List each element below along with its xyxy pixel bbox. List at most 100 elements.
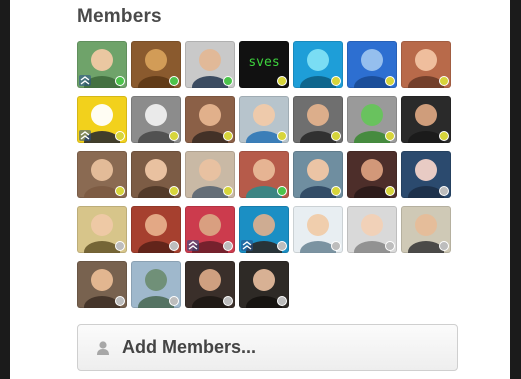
member-avatar[interactable] [401, 151, 451, 198]
member-avatar[interactable] [293, 206, 343, 253]
status-dot-icon [385, 76, 395, 86]
status-dot-icon [331, 186, 341, 196]
add-members-button[interactable]: Add Members... [77, 324, 458, 371]
status-dot-icon [169, 186, 179, 196]
status-dot-icon [277, 76, 287, 86]
status-dot-icon [223, 296, 233, 306]
member-avatar[interactable] [347, 206, 397, 253]
avatar-face [253, 159, 275, 181]
add-members-label: Add Members... [122, 337, 257, 357]
avatar-face [415, 104, 437, 126]
admin-chevron-icon [79, 75, 91, 86]
person-icon [96, 340, 110, 356]
avatar-face [91, 159, 113, 181]
status-dot-icon [385, 131, 395, 141]
status-dot-icon [223, 186, 233, 196]
avatar-face [199, 104, 221, 126]
member-avatar[interactable] [185, 41, 235, 88]
avatar-face [145, 49, 167, 71]
avatar-face [145, 269, 167, 291]
status-dot-icon [439, 76, 449, 86]
member-avatar[interactable] [77, 41, 127, 88]
member-avatar[interactable] [77, 206, 127, 253]
status-dot-icon [169, 131, 179, 141]
member-avatar[interactable] [401, 41, 451, 88]
status-dot-icon [115, 131, 125, 141]
avatar-face [199, 159, 221, 181]
avatar-face [91, 214, 113, 236]
status-dot-icon [223, 241, 233, 251]
member-avatar[interactable] [131, 96, 181, 143]
avatar-face [199, 49, 221, 71]
member-avatar[interactable] [293, 96, 343, 143]
avatar-face [361, 104, 383, 126]
member-avatar[interactable] [347, 96, 397, 143]
member-avatar[interactable] [293, 151, 343, 198]
status-dot-icon [115, 241, 125, 251]
status-dot-icon [439, 186, 449, 196]
avatar-face [253, 269, 275, 291]
avatar-face [91, 104, 113, 126]
status-dot-icon [277, 186, 287, 196]
status-dot-icon [169, 241, 179, 251]
status-dot-icon [277, 296, 287, 306]
member-avatar[interactable] [401, 206, 451, 253]
member-avatar[interactable] [239, 96, 289, 143]
status-dot-icon [223, 131, 233, 141]
member-avatar[interactable] [347, 41, 397, 88]
avatar-face [415, 214, 437, 236]
member-avatar[interactable] [401, 96, 451, 143]
member-avatar[interactable] [239, 151, 289, 198]
avatar-face [91, 49, 113, 71]
status-dot-icon [115, 76, 125, 86]
avatar-face [361, 214, 383, 236]
member-avatar[interactable] [347, 151, 397, 198]
members-grid: sves [77, 41, 460, 308]
member-avatar[interactable] [239, 206, 289, 253]
page-frame: Members sves Add Members... [10, 0, 510, 379]
admin-chevron-icon [187, 240, 199, 251]
member-avatar[interactable] [131, 206, 181, 253]
avatar-face [145, 159, 167, 181]
member-avatar[interactable] [185, 151, 235, 198]
avatar-face [361, 49, 383, 71]
avatar-face [199, 269, 221, 291]
members-title: Members [77, 6, 162, 27]
avatar-face [145, 214, 167, 236]
member-avatar[interactable] [77, 151, 127, 198]
member-avatar[interactable] [131, 151, 181, 198]
member-avatar[interactable] [239, 261, 289, 308]
avatar-face [253, 214, 275, 236]
admin-chevron-icon [79, 130, 91, 141]
status-dot-icon [223, 76, 233, 86]
status-dot-icon [277, 241, 287, 251]
status-dot-icon [115, 296, 125, 306]
members-panel: Members sves Add Members... [77, 6, 460, 371]
member-avatar[interactable] [185, 261, 235, 308]
status-dot-icon [331, 76, 341, 86]
member-avatar[interactable] [131, 261, 181, 308]
status-dot-icon [439, 131, 449, 141]
status-dot-icon [169, 76, 179, 86]
member-avatar[interactable] [77, 261, 127, 308]
member-avatar[interactable] [131, 41, 181, 88]
status-dot-icon [439, 241, 449, 251]
avatar-face [253, 104, 275, 126]
member-avatar[interactable]: sves [239, 41, 289, 88]
member-avatar[interactable] [185, 206, 235, 253]
avatar-face [361, 159, 383, 181]
member-avatar[interactable] [185, 96, 235, 143]
member-avatar[interactable] [77, 96, 127, 143]
avatar-face [307, 104, 329, 126]
member-avatar[interactable] [293, 41, 343, 88]
status-dot-icon [115, 186, 125, 196]
avatar-face [307, 159, 329, 181]
avatar-face [307, 49, 329, 71]
avatar-text: sves [248, 55, 280, 70]
status-dot-icon [331, 241, 341, 251]
status-dot-icon [277, 131, 287, 141]
status-dot-icon [385, 186, 395, 196]
avatar-face [145, 104, 167, 126]
avatar-face [415, 49, 437, 71]
status-dot-icon [331, 131, 341, 141]
